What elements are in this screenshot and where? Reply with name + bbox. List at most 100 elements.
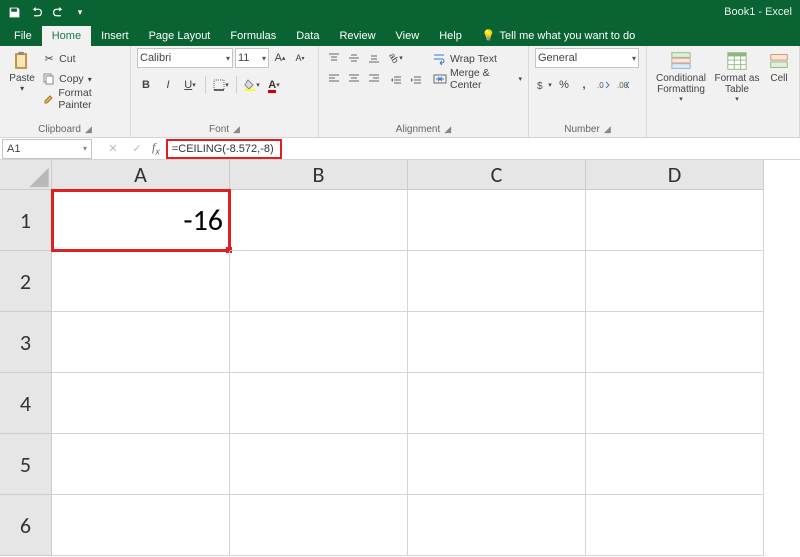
cell-B5[interactable] <box>230 434 408 495</box>
cell-D1[interactable] <box>586 190 764 251</box>
cell-A3[interactable] <box>52 312 230 373</box>
col-header-D[interactable]: D <box>586 160 764 190</box>
cell-C6[interactable] <box>408 495 586 556</box>
italic-button[interactable]: I <box>159 76 177 94</box>
align-left-button[interactable] <box>325 69 343 87</box>
fx-icon[interactable]: fx <box>152 140 160 156</box>
row-header-4[interactable]: 4 <box>0 373 52 434</box>
cell-B4[interactable] <box>230 373 408 434</box>
borders-button[interactable]: ▾ <box>212 76 230 94</box>
tab-data[interactable]: Data <box>286 26 329 46</box>
qat-customize-icon[interactable]: ▾ <box>70 2 90 22</box>
save-icon[interactable] <box>4 2 24 22</box>
accounting-format-button[interactable]: $▾ <box>535 76 553 94</box>
align-right-button[interactable] <box>365 69 383 87</box>
col-header-A[interactable]: A <box>52 160 230 190</box>
row-header-5[interactable]: 5 <box>0 434 52 495</box>
cell-A5[interactable] <box>52 434 230 495</box>
decrease-indent-button[interactable] <box>387 71 405 89</box>
col-header-C[interactable]: C <box>408 160 586 190</box>
undo-icon[interactable] <box>26 2 46 22</box>
underline-button[interactable]: U▾ <box>181 76 199 94</box>
row-headers: 1 2 3 4 5 6 <box>0 190 52 556</box>
cell-A4[interactable] <box>52 373 230 434</box>
copy-button[interactable]: Copy▾ <box>42 70 124 88</box>
decrease-font-button[interactable]: A▾ <box>291 49 309 67</box>
format-painter-button[interactable]: Format Painter <box>42 90 124 108</box>
tab-page-layout[interactable]: Page Layout <box>139 26 221 46</box>
font-size-combo[interactable]: 11▾ <box>235 48 269 68</box>
tab-file[interactable]: File <box>4 26 42 46</box>
align-bottom-button[interactable] <box>365 49 383 67</box>
number-format-combo[interactable]: General▾ <box>535 48 639 68</box>
cell-C4[interactable] <box>408 373 586 434</box>
decrease-decimal-button[interactable]: .00 <box>615 76 633 94</box>
ribbon-tabs: File Home Insert Page Layout Formulas Da… <box>0 24 800 46</box>
dialog-launcher-icon[interactable]: ◢ <box>85 124 92 135</box>
increase-indent-button[interactable] <box>407 71 425 89</box>
cell-B2[interactable] <box>230 251 408 312</box>
paste-button[interactable]: Paste ▾ <box>6 48 38 94</box>
dialog-launcher-icon[interactable]: ◢ <box>604 124 611 135</box>
tell-me[interactable]: 💡 Tell me what you want to do <box>472 25 645 46</box>
tab-help[interactable]: Help <box>429 26 472 46</box>
increase-font-button[interactable]: A▴ <box>271 49 289 67</box>
align-middle-button[interactable] <box>345 49 363 67</box>
col-header-B[interactable]: B <box>230 160 408 190</box>
row-header-3[interactable]: 3 <box>0 312 52 373</box>
enter-formula-button[interactable]: ✓ <box>128 140 146 158</box>
cell-A6[interactable] <box>52 495 230 556</box>
font-name-combo[interactable]: Calibri▾ <box>137 48 233 68</box>
row-header-1[interactable]: 1 <box>0 190 52 251</box>
select-all-corner[interactable] <box>0 160 52 190</box>
row-header-6[interactable]: 6 <box>0 495 52 556</box>
cell-D6[interactable] <box>586 495 764 556</box>
percent-button[interactable]: % <box>555 76 573 94</box>
bold-button[interactable]: B <box>137 76 155 94</box>
cell-C5[interactable] <box>408 434 586 495</box>
dialog-launcher-icon[interactable]: ◢ <box>233 124 240 135</box>
formula-input[interactable]: =CEILING(-8.572,-8) <box>166 139 800 159</box>
font-color-button[interactable]: A▾ <box>265 76 283 94</box>
tab-view[interactable]: View <box>386 26 430 46</box>
cell-styles-button[interactable]: Cell <box>765 48 793 84</box>
wrap-text-button[interactable]: Wrap Text <box>433 50 522 68</box>
cell-B6[interactable] <box>230 495 408 556</box>
group-label-font: Font <box>209 124 229 135</box>
cell-D4[interactable] <box>586 373 764 434</box>
cell-A1[interactable]: -16 <box>52 190 230 251</box>
dialog-launcher-icon[interactable]: ◢ <box>444 124 451 135</box>
svg-text:.0: .0 <box>597 81 604 90</box>
fill-color-button[interactable]: ▾ <box>243 76 261 94</box>
tab-insert[interactable]: Insert <box>91 26 139 46</box>
tab-review[interactable]: Review <box>329 26 385 46</box>
cell-D3[interactable] <box>586 312 764 373</box>
tab-home[interactable]: Home <box>42 26 91 46</box>
cell-D5[interactable] <box>586 434 764 495</box>
cell-D2[interactable] <box>586 251 764 312</box>
worksheet-grid: A B C D 1 2 3 4 5 6 -16 <box>0 160 800 557</box>
cut-button[interactable]: ✂Cut <box>42 50 124 68</box>
chevron-down-icon: ▾ <box>735 96 739 104</box>
merge-center-button[interactable]: Merge & Center▾ <box>433 70 522 88</box>
cell-C1[interactable] <box>408 190 586 251</box>
comma-button[interactable]: , <box>575 76 593 94</box>
cell-A2[interactable] <box>52 251 230 312</box>
redo-icon[interactable] <box>48 2 68 22</box>
align-center-button[interactable] <box>345 69 363 87</box>
increase-decimal-button[interactable]: .0 <box>595 76 613 94</box>
cell-C3[interactable] <box>408 312 586 373</box>
cell-B1[interactable] <box>230 190 408 251</box>
name-box-value: A1 <box>7 143 20 155</box>
row-header-2[interactable]: 2 <box>0 251 52 312</box>
tab-formulas[interactable]: Formulas <box>220 26 286 46</box>
cancel-formula-button[interactable]: ✕ <box>104 140 122 158</box>
conditional-formatting-button[interactable]: Conditional Formatting▾ <box>653 48 709 104</box>
format-as-table-button[interactable]: Format as Table▾ <box>713 48 761 104</box>
cell-C2[interactable] <box>408 251 586 312</box>
name-box[interactable]: A1▾ <box>2 139 92 159</box>
number-format-value: General <box>538 52 577 64</box>
align-top-button[interactable] <box>325 49 343 67</box>
cell-B3[interactable] <box>230 312 408 373</box>
orientation-button[interactable]: ab▾ <box>387 49 405 67</box>
